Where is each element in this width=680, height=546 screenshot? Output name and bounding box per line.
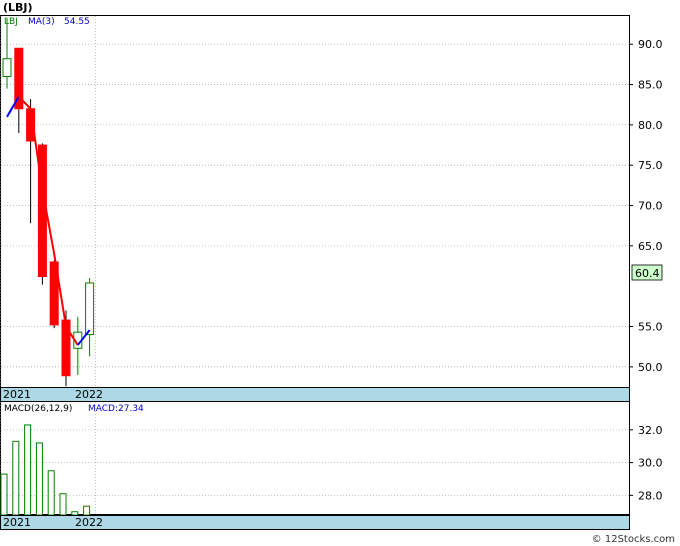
price-x-label-2022: 2022 <box>75 388 103 401</box>
price-tick-label: 70.0 <box>638 200 663 213</box>
macd-bar <box>35 442 43 516</box>
price-tick-label: 65.0 <box>638 240 663 253</box>
price-tick-label: 85.0 <box>638 79 663 92</box>
candle-body <box>61 319 71 377</box>
price-tick-label: 75.0 <box>638 159 663 172</box>
price-tick-label: 55.0 <box>638 321 663 334</box>
price-x-label-2021: 2021 <box>3 388 31 401</box>
price-tick-label: 90.0 <box>638 38 663 51</box>
macd-legend-value: MACD:27.34 <box>88 404 144 414</box>
macd-tick-label: 28.0 <box>638 489 663 502</box>
candle-body <box>2 58 12 77</box>
price-tick-label: 50.0 <box>638 361 663 374</box>
macd-tick-label: 32.0 <box>638 424 663 437</box>
current-price-tag: 60.4 <box>635 267 660 280</box>
stock-chart: 90.0 85.0 80.0 75.0 70.0 65.0 55.0 50.0 60.4 (L… <box>0 1 675 545</box>
price-tick-label: 80.0 <box>638 119 663 132</box>
macd-legend-label: MACD(26,12,9) <box>4 404 72 414</box>
watermark: © 12Stocks.com <box>592 534 675 545</box>
macd-bar <box>0 473 8 516</box>
macd-bar <box>47 470 55 516</box>
macd-tick-label: 30.0 <box>638 457 663 470</box>
candle-body <box>85 282 95 336</box>
legend-ma: MA(3) <box>28 17 55 27</box>
macd-bar <box>59 493 67 516</box>
legend-symbol: LBJ <box>4 17 18 27</box>
macd-panel-frame <box>0 401 630 515</box>
price-y-axis: 90.0 85.0 80.0 75.0 70.0 65.0 55.0 50.0 <box>629 38 663 374</box>
macd-bar <box>83 505 91 516</box>
macd-bar <box>71 511 79 516</box>
macd-y-axis: 32.0 30.0 28.0 <box>629 424 663 502</box>
legend-ma-value: 54.55 <box>64 17 90 27</box>
ticker-title: (LBJ) <box>3 1 33 14</box>
macd-x-label-2021: 2021 <box>3 516 31 529</box>
macd-bar <box>12 440 20 516</box>
price-panel-frame <box>0 15 630 388</box>
macd-x-label-2022: 2022 <box>75 516 103 529</box>
macd-bar <box>24 424 32 516</box>
